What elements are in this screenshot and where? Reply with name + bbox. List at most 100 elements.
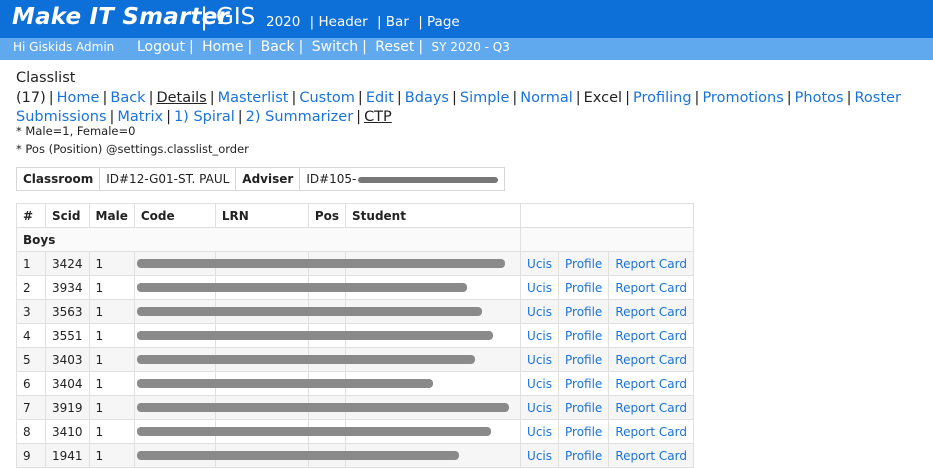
menu-sep: | [102, 89, 108, 106]
header-nav-page[interactable]: | Page [418, 14, 460, 30]
profile-link[interactable]: Profile [565, 329, 602, 343]
profile-link[interactable]: Profile [565, 425, 602, 439]
ucis-link[interactable]: Ucis [527, 401, 552, 415]
report-card-link-cell: Report Card [608, 395, 694, 420]
code-cell [133, 275, 467, 300]
scid-cell: 3934 [45, 275, 90, 300]
menu-masterlist[interactable]: Masterlist [218, 90, 289, 106]
menu-details[interactable]: Details [156, 90, 206, 106]
logout-link[interactable]: Logout [137, 39, 185, 55]
report-card-link[interactable]: Report Card [615, 449, 687, 463]
profile-link[interactable]: Profile [565, 377, 602, 391]
menu-ctp[interactable]: CTP [364, 109, 392, 125]
ucis-link[interactable]: Ucis [527, 281, 552, 295]
profile-link[interactable]: Profile [565, 401, 602, 415]
ucis-link[interactable]: Ucis [527, 449, 552, 463]
switch-link[interactable]: Switch [312, 39, 358, 55]
home-link[interactable]: Home [202, 39, 243, 55]
ucis-link[interactable]: Ucis [527, 329, 552, 343]
profile-link[interactable]: Profile [565, 281, 602, 295]
menu-sep: | [209, 89, 215, 106]
report-card-link-cell: Report Card [608, 323, 694, 348]
menu-profiling[interactable]: Profiling [633, 90, 692, 106]
report-card-link[interactable]: Report Card [615, 281, 687, 295]
menu-custom[interactable]: Custom [299, 90, 355, 106]
menu-sep: | [625, 89, 630, 106]
brand-title[interactable]: Make IT Smarter [12, 4, 229, 30]
redaction-bar [136, 331, 493, 340]
school-year-link[interactable]: SY 2020 - Q3 [432, 40, 510, 54]
row-number: 1 [16, 251, 46, 276]
col-actions [520, 203, 694, 228]
ucis-link[interactable]: Ucis [527, 305, 552, 319]
report-card-link[interactable]: Report Card [615, 401, 687, 415]
menu-excel[interactable]: Excel [584, 90, 622, 106]
reset-link[interactable]: Reset [375, 39, 414, 55]
report-card-link[interactable]: Report Card [615, 377, 687, 391]
scid-cell: 3403 [45, 347, 90, 372]
code-cell [133, 395, 509, 420]
profile-link[interactable]: Profile [565, 449, 602, 463]
menu-bdays[interactable]: Bdays [405, 90, 449, 106]
menu-summarizer[interactable]: 2) Summarizer [246, 109, 354, 125]
profile-link[interactable]: Profile [565, 353, 602, 367]
redaction-bar [136, 379, 433, 388]
note-male: * Male=1, Female=0 [16, 124, 136, 138]
group-label: Boys [15, 227, 522, 252]
menu-back[interactable]: Back [110, 90, 145, 106]
ucis-link[interactable]: Ucis [527, 257, 552, 271]
back-link[interactable]: Back [261, 39, 295, 55]
ucis-link[interactable]: Ucis [527, 377, 552, 391]
ucis-link-cell: Ucis [520, 347, 559, 372]
table-row: 4 3551 1 Ucis Profile Report Card [16, 323, 694, 348]
report-card-link[interactable]: Report Card [615, 257, 687, 271]
app-name[interactable]: GIS [216, 4, 255, 30]
menu-sep: | [396, 89, 402, 106]
col-lrn: LRN [214, 203, 309, 228]
male-cell: 1 [88, 443, 135, 468]
menu-normal[interactable]: Normal [520, 90, 572, 106]
table-row: 2 3934 1 Ucis Profile Report Card [16, 275, 694, 300]
header-nav-header[interactable]: | Header [310, 14, 368, 30]
scid-cell: 3919 [45, 395, 90, 420]
row-number: 6 [16, 371, 46, 396]
report-card-link[interactable]: Report Card [615, 305, 687, 319]
code-cell [133, 347, 475, 372]
menu-edit[interactable]: Edit [366, 90, 394, 106]
profile-link-cell: Profile [557, 299, 610, 324]
scid-cell: 3551 [45, 323, 90, 348]
code-cell [133, 299, 482, 324]
header-nav: 2020 | Header | Bar | Page [266, 14, 465, 30]
menu-home[interactable]: Home [57, 90, 100, 106]
code-cell [133, 323, 493, 348]
menu-simple[interactable]: Simple [460, 90, 510, 106]
col-male: Male [88, 203, 135, 228]
ucis-link[interactable]: Ucis [527, 353, 552, 367]
menu-sep: | [451, 89, 457, 106]
report-card-link-cell: Report Card [608, 251, 694, 276]
report-card-link-cell: Report Card [608, 299, 694, 324]
table-header-row: # Scid Male Code LRN Pos Student [16, 203, 694, 228]
menu-sep: | [846, 89, 852, 106]
male-cell: 1 [88, 323, 135, 348]
profile-link[interactable]: Profile [565, 257, 602, 271]
profile-link-cell: Profile [557, 443, 610, 468]
menu-photos[interactable]: Photos [795, 90, 844, 106]
redaction-bar [136, 427, 491, 436]
ucis-link[interactable]: Ucis [527, 425, 552, 439]
menu-promotions[interactable]: Promotions [702, 90, 783, 106]
row-number: 7 [16, 395, 46, 420]
profile-link[interactable]: Profile [565, 305, 602, 319]
table-row: 9 1941 1 Ucis Profile Report Card [16, 443, 694, 468]
table-row: 1 3424 1 Ucis Profile Report Card [16, 251, 694, 276]
report-card-link[interactable]: Report Card [615, 425, 687, 439]
header-nav-bar[interactable]: | Bar [377, 14, 409, 30]
redaction-bar [136, 355, 475, 364]
row-number: 2 [16, 275, 46, 300]
classroom-value: ID#12-G01-ST. PAUL [100, 168, 237, 190]
menu-roster[interactable]: Roster [854, 90, 900, 106]
ucis-link-cell: Ucis [520, 299, 559, 324]
report-card-link[interactable]: Report Card [615, 329, 687, 343]
group-row: Boys [15, 227, 694, 252]
report-card-link[interactable]: Report Card [615, 353, 687, 367]
